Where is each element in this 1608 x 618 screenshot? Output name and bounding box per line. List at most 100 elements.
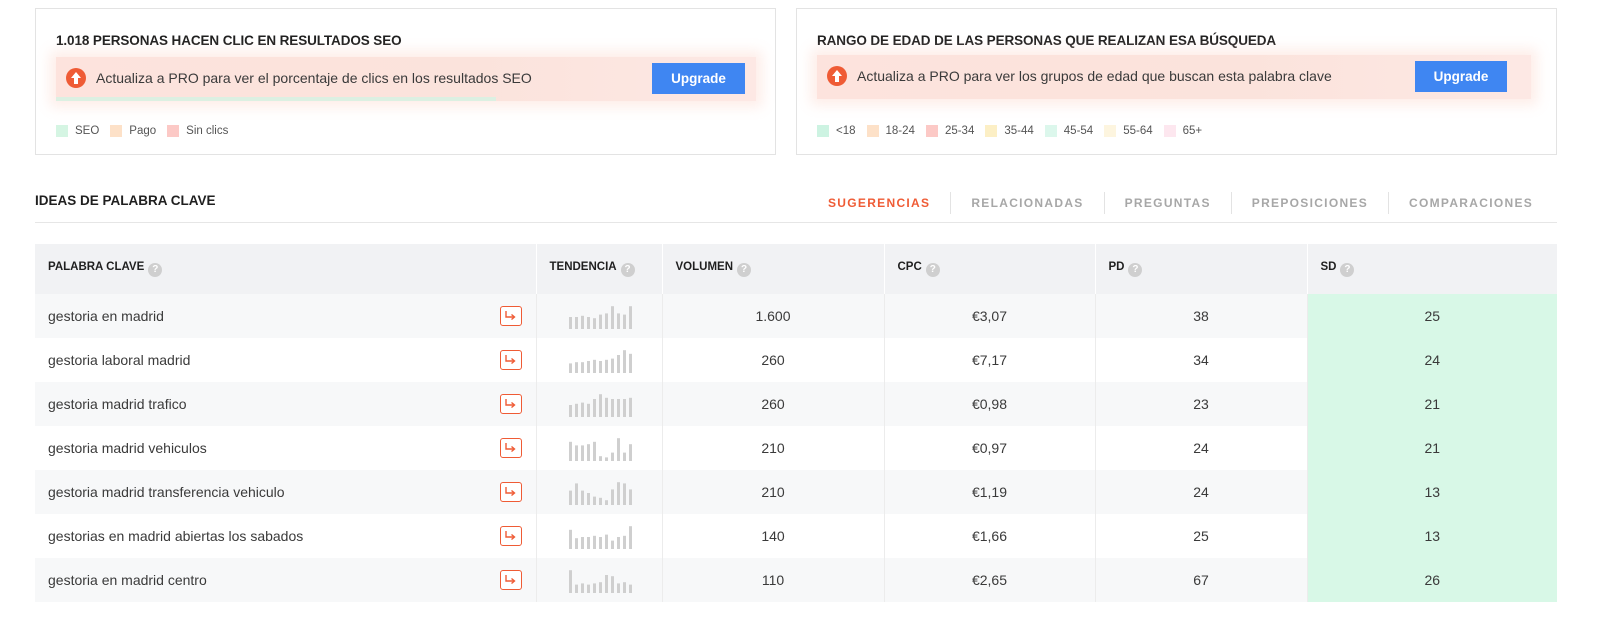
trend-sparkline [568, 438, 632, 461]
legend-swatch [925, 125, 938, 137]
seo-clicks-card: 1.018 PERSONAS HACEN CLIC EN RESULTADOS … [35, 8, 776, 155]
legend-swatch [866, 125, 879, 137]
trend-bar [568, 529, 572, 549]
pd-cell: 67 [1095, 558, 1308, 602]
age-range-upgrade-text: Actualiza a PRO para ver los grupos de e… [857, 68, 1332, 84]
sd-cell: 24 [1307, 338, 1557, 382]
open-keyword-icon[interactable] [499, 570, 522, 590]
table-row[interactable]: gestoria en madrid centro 110 €2,65 67 26 [35, 558, 1557, 602]
open-keyword-icon[interactable] [499, 350, 522, 370]
trend-bar [586, 361, 590, 373]
upgrade-arrow-icon [66, 68, 86, 88]
open-keyword-icon[interactable] [499, 306, 522, 326]
trend-cell [536, 514, 663, 558]
column-header-trend[interactable]: TENDENCIA? [536, 244, 663, 294]
sd-cell: 21 [1307, 426, 1557, 470]
age-range-upgrade-banner: Actualiza a PRO para ver los grupos de e… [817, 55, 1531, 99]
keyword-text[interactable]: gestoria madrid vehiculos [48, 440, 207, 456]
age-range-legend-item: 18-24 [866, 125, 915, 137]
legend-swatch [110, 125, 123, 137]
trend-bar [580, 490, 584, 505]
table-row[interactable]: gestoria en madrid 1.600 €3,07 38 25 [35, 294, 1557, 338]
tab-relacionadas[interactable]: RELACIONADAS [950, 192, 1103, 214]
help-icon[interactable]: ? [925, 263, 940, 277]
trend-bar [604, 313, 608, 329]
trend-cell [536, 294, 663, 338]
help-icon[interactable]: ? [620, 263, 635, 277]
table-row[interactable]: gestoria madrid transferencia vehiculo 21… [35, 470, 1557, 514]
cpc-cell: €7,17 [884, 338, 1096, 382]
tab-preguntas[interactable]: PREGUNTAS [1103, 192, 1231, 214]
column-header-cpc[interactable]: CPC? [884, 244, 1096, 294]
table-row[interactable]: gestoria laboral madrid 260 €7,17 34 24 [35, 338, 1557, 382]
pd-cell: 38 [1095, 294, 1308, 338]
trend-bar [598, 314, 602, 329]
legend-label: 45-54 [1063, 125, 1094, 137]
pd-cell: 24 [1095, 470, 1308, 514]
trend-bar [610, 576, 614, 593]
legend-label: 65+ [1182, 125, 1203, 137]
trend-sparkline [568, 482, 632, 505]
volume-cell: 210 [662, 426, 885, 470]
seo-clicks-legend: SEO Pago Sin clics [56, 125, 239, 137]
table-row[interactable]: gestoria madrid trafico 260 €0,98 23 21 [35, 382, 1557, 426]
table-row[interactable]: gestoria madrid vehiculos 210 €0,97 24 21 [35, 426, 1557, 470]
open-keyword-icon[interactable] [499, 482, 522, 502]
cpc-cell: €0,98 [884, 382, 1096, 426]
tab-sugerencias[interactable]: SUGERENCIAS [808, 192, 950, 214]
help-icon[interactable]: ? [737, 263, 751, 277]
age-range-legend-item: <18 [817, 125, 856, 137]
keyword-ideas-title: IDEAS DE PALABRA CLAVE [35, 193, 216, 208]
help-icon[interactable]: ? [1128, 263, 1143, 277]
age-range-legend-item: 35-44 [985, 125, 1034, 137]
column-header-volume[interactable]: VOLUMEN? [662, 244, 885, 294]
keyword-text[interactable]: gestoria madrid transferencia vehiculo [48, 484, 285, 500]
open-keyword-icon[interactable] [499, 438, 522, 458]
trend-bar [604, 534, 608, 549]
column-header-sd[interactable]: SD? [1307, 244, 1557, 294]
sd-cell: 13 [1307, 514, 1557, 558]
keyword-text[interactable]: gestoria en madrid centro [48, 572, 207, 588]
trend-bar [628, 306, 632, 329]
age-range-legend-item: 25-34 [925, 125, 974, 137]
open-keyword-icon[interactable] [499, 526, 522, 546]
trend-bar [610, 358, 614, 373]
keyword-text[interactable]: gestoria madrid trafico [48, 396, 187, 412]
open-keyword-icon[interactable] [499, 394, 522, 414]
keyword-text[interactable]: gestoria en madrid [48, 308, 164, 324]
trend-bar [580, 402, 584, 417]
trend-bar [574, 483, 578, 505]
column-header-label: VOLUMEN [675, 261, 734, 273]
trend-bar [616, 399, 620, 417]
keyword-text[interactable]: gestoria laboral madrid [48, 352, 190, 368]
trend-bar [580, 315, 584, 329]
cpc-cell: €2,65 [884, 558, 1096, 602]
trend-bar [604, 575, 608, 593]
trend-bar [610, 540, 614, 549]
cpc-cell: €0,97 [884, 426, 1096, 470]
help-icon[interactable]: ? [148, 263, 163, 277]
help-icon[interactable]: ? [1340, 263, 1355, 277]
seo-clicks-upgrade-button[interactable]: Upgrade [652, 63, 745, 94]
age-range-title: RANGO DE EDAD DE LAS PERSONAS QUE REALIZ… [817, 33, 1277, 48]
legend-label: Sin clics [186, 125, 229, 137]
legend-swatch [1044, 125, 1057, 137]
tab-preposiciones[interactable]: PREPOSICIONES [1230, 192, 1388, 214]
legend-label: 55-64 [1123, 125, 1153, 137]
tab-comparaciones[interactable]: COMPARACIONES [1388, 192, 1553, 214]
age-range-upgrade-button[interactable]: Upgrade [1415, 61, 1507, 92]
column-header-keyword[interactable]: PALABRA CLAVE? [35, 244, 537, 294]
table-row[interactable]: gestorias en madrid abiertas los sabados… [35, 514, 1557, 558]
trend-bar [628, 526, 632, 549]
trend-bar [586, 493, 590, 505]
legend-swatch [985, 125, 998, 137]
trend-bar [604, 359, 608, 373]
trend-cell [536, 558, 663, 602]
volume-cell: 140 [662, 514, 885, 558]
trend-bar [622, 535, 626, 549]
legend-swatch [1163, 125, 1176, 137]
keyword-text[interactable]: gestorias en madrid abiertas los sabados [48, 528, 303, 544]
column-header-pd[interactable]: PD? [1095, 244, 1308, 294]
seo-clicks-legend-item: Sin clics [167, 125, 228, 137]
trend-bar [616, 482, 620, 505]
